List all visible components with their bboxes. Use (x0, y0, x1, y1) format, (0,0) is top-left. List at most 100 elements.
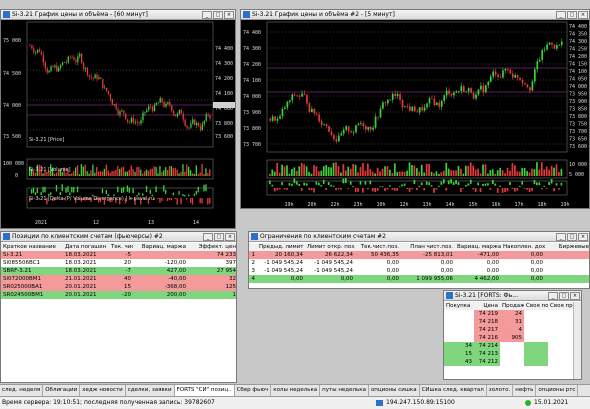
table-row[interactable]: Si085506BC1 18.03.2021 20 -120,00 397 (1, 259, 236, 267)
volume-bar (103, 168, 106, 176)
table-row[interactable]: Si072000BM1 21.01.2021 40 -40,00 32 (1, 275, 236, 283)
orderbook-window[interactable]: Si-3.21 [FORTS: Фь... _ □ × Покупка Цена… (443, 290, 582, 380)
volume-bar (484, 183, 487, 186)
limit-cell: 26 622,34 (325, 252, 353, 258)
volume-bar (477, 182, 479, 186)
column-header[interactable]: Вариац. маржа (455, 243, 501, 251)
volume-bar (560, 168, 563, 176)
volume-bar (509, 170, 511, 176)
column-header[interactable] (249, 243, 257, 251)
own-bid-cell (524, 342, 548, 350)
volume-bar (347, 166, 350, 176)
column-header[interactable]: Предыд. лимит (257, 243, 305, 251)
minimize-button[interactable]: _ (556, 232, 566, 241)
column-header[interactable]: Вариац. маржа (133, 243, 188, 251)
window-tab[interactable]: колы неделька (271, 385, 321, 396)
title-bar[interactable]: Si-3.21 [FORTS: Фь... _ □ × (444, 291, 581, 301)
vertical-scrollbar[interactable] (573, 302, 581, 379)
volume-bar (460, 168, 462, 176)
orderbook-row[interactable]: 74 218 31 (444, 318, 574, 326)
minimize-button[interactable]: _ (203, 232, 213, 241)
maximize-button[interactable]: □ (559, 291, 569, 300)
net-position: 40 (124, 276, 131, 282)
window-tab[interactable]: след. неделя (0, 385, 44, 396)
table-row[interactable]: Si-3.21 18.03.2021 -5 74 233 (1, 251, 236, 259)
column-header[interactable]: Покупка (444, 302, 474, 310)
minimize-button[interactable]: _ (548, 291, 558, 300)
close-button[interactable]: × (578, 232, 588, 241)
volume-bar (65, 173, 67, 176)
column-header[interactable]: Дата погашен (63, 243, 109, 251)
column-header[interactable]: Продажа (500, 302, 524, 310)
close-button[interactable]: × (225, 232, 235, 241)
table-row[interactable]: SR024500BM1 20.01.2021 -20 200,00 1 (1, 291, 236, 299)
minimize-button[interactable]: _ (202, 10, 212, 19)
column-header[interactable]: Своя пр (548, 302, 574, 310)
close-button[interactable]: × (570, 291, 580, 300)
positions-window[interactable]: Позиции по клиентским счетам (фьючерсы) … (0, 231, 237, 383)
candle-body (130, 117, 133, 123)
column-header[interactable]: Цена (474, 302, 500, 310)
orderbook-row[interactable]: 74 217 4 (444, 326, 574, 334)
window-tab[interactable]: золото. (487, 385, 514, 396)
maximize-button[interactable]: □ (567, 232, 577, 241)
orderbook-row[interactable]: 74 216 905 (444, 334, 574, 342)
table-row[interactable]: 1 20 160,34 26 622,34 50 436,35 -25 813,01 -4… (249, 251, 589, 259)
positions-table[interactable]: Краткое название Дата погашен Тек. чист … (1, 243, 236, 299)
title-bar[interactable]: Позиции по клиентским счетам (фьючерсы) … (1, 232, 236, 242)
table-row[interactable]: SR025000BA1 20.01.2021 15 -368,00 125 (1, 283, 236, 291)
column-header[interactable]: Биржевые (545, 243, 589, 251)
close-button[interactable]: × (224, 10, 234, 19)
table-row[interactable]: 2 -1 049 545,24 -1 049 545,24 0,00 0,00 0,00 0… (249, 259, 589, 267)
orderbook-row[interactable]: 74 219 24 (444, 310, 574, 318)
window-tab[interactable]: опционы сишка (369, 385, 420, 396)
maximize-button[interactable]: □ (567, 10, 577, 19)
volume-bar (151, 168, 153, 176)
window-tab[interactable]: хедж новости (80, 385, 126, 396)
title-bar[interactable]: Si-3.21 График цены и объёма - [60 минут… (1, 10, 235, 20)
window-tab[interactable]: СИшка след. квартал (420, 385, 487, 396)
column-header[interactable]: Краткое название (1, 243, 63, 251)
title-bar[interactable]: Si-3.21 График цены и объёма #2 - [5 мин… (241, 10, 589, 20)
column-header[interactable]: Эффект. цен (188, 243, 236, 251)
title-bar[interactable]: Ограничения по клиентским счетам #2 _ □ … (249, 232, 589, 242)
volume-bar (172, 192, 175, 196)
empty-cell (545, 267, 589, 275)
ask-volume: 905 (500, 334, 524, 342)
connection-icon (376, 400, 383, 406)
table-row[interactable]: SBRF-3.21 18.03.2021 -7 427,00 27 954 (1, 267, 236, 275)
maximize-button[interactable]: □ (214, 232, 224, 241)
price-chart-window-60min[interactable]: Si-3.21 График цены и объёма - [60 минут… (0, 9, 236, 229)
close-button[interactable]: × (578, 10, 588, 19)
table-row[interactable]: 3 -1 049 545,24 -1 049 545,24 0,00 0,00 0,00 0… (249, 267, 589, 275)
orderbook-row[interactable]: 15 74 213 (444, 350, 574, 358)
price-chart-area[interactable]: 74 400 74 300 74 200 74 100 74 000 73 900 73 8… (241, 20, 590, 209)
table-row[interactable]: 4 0,00 0,00 0,00 1 099 955,06 4 462,00 0,00 (249, 275, 589, 283)
table-icon (251, 233, 258, 240)
maximize-button[interactable]: □ (213, 10, 223, 19)
candle-body (487, 81, 490, 86)
limits-window[interactable]: Ограничения по клиентским счетам #2 _ □ … (248, 231, 590, 289)
orderbook-table[interactable]: Покупка Цена Продажа Своя пок Своя пр 74… (444, 302, 574, 366)
window-tab[interactable]: нефть (513, 385, 537, 396)
column-header[interactable]: Тек. чист (109, 243, 133, 251)
column-header[interactable]: Лимит откр. поз. (305, 243, 355, 251)
column-header[interactable]: Накоплен. доход (501, 243, 545, 251)
window-tab[interactable]: сделки, заявки (126, 385, 175, 396)
orderbook-row[interactable]: 34 74 214 (444, 342, 574, 350)
candle-body (165, 103, 167, 107)
column-header[interactable]: Тек.чист.поз. (355, 243, 401, 251)
price-chart-window-5min[interactable]: Si-3.21 График цены и объёма #2 - [5 мин… (240, 9, 590, 209)
window-tab[interactable]: Сбер фьюч (235, 385, 272, 396)
volume-bar (276, 188, 279, 191)
column-header[interactable]: План чист.поз. (401, 243, 455, 251)
window-tab[interactable]: путы неделька (320, 385, 369, 396)
minimize-button[interactable]: _ (556, 10, 566, 19)
orderbook-row[interactable]: 43 74 212 (444, 358, 574, 366)
price-level: 74 214 (474, 342, 500, 350)
window-tab[interactable]: FORTS "СИ" позиц.. (174, 385, 235, 396)
column-header[interactable]: Своя пок (524, 302, 548, 310)
window-tab[interactable]: опционы ртс (536, 385, 579, 396)
limits-table[interactable]: Предыд. лимит Лимит откр. поз. Тек.чист.… (249, 243, 589, 283)
window-tab[interactable]: Облигации (43, 385, 81, 396)
